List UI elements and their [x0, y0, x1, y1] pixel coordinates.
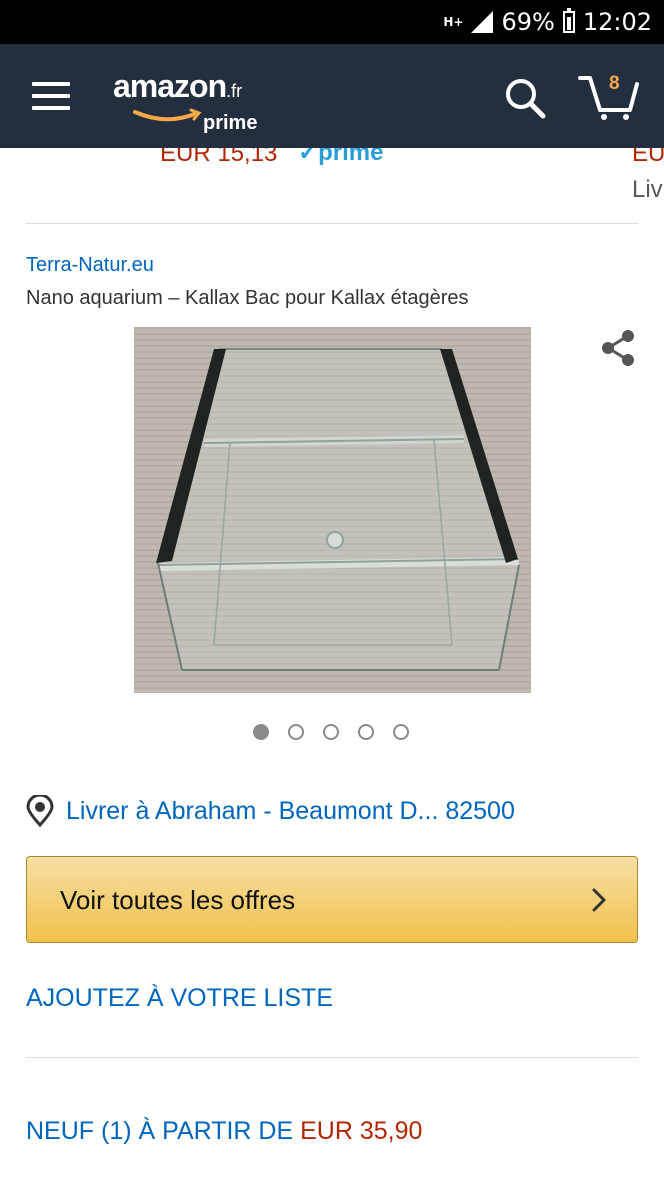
carousel-dot[interactable]: [253, 724, 269, 740]
next-item-price: EU: [632, 148, 664, 167]
search-icon: [506, 79, 546, 119]
signal-icon: [471, 11, 494, 33]
logo-prime: prime: [203, 112, 258, 134]
image-carousel-dots: [253, 724, 409, 740]
delivery-location-link[interactable]: Livrer à Abraham - Beaumont D... 82500: [26, 795, 515, 827]
search-button[interactable]: [503, 76, 547, 120]
new-offers-price: EUR 35,90: [300, 1117, 423, 1145]
aquarium-illustration: [134, 327, 531, 693]
prime-badge: ✓prime: [298, 148, 383, 167]
next-item-delivery: Liv: [632, 176, 663, 203]
location-pin-icon: [26, 795, 54, 827]
chevron-right-icon: [592, 888, 606, 912]
divider: [26, 223, 638, 224]
hamburger-line: [32, 94, 70, 98]
carousel-dot[interactable]: [393, 724, 409, 740]
divider: [26, 1057, 638, 1058]
offers-button-label: Voir toutes les offres: [60, 885, 296, 915]
add-to-list-link[interactable]: AJOUTEZ À VOTRE LISTE: [26, 984, 333, 1013]
amazon-prime-logo[interactable]: amazon.fr prime: [113, 68, 257, 134]
brand-link[interactable]: Terra-Natur.eu: [26, 254, 154, 277]
cart-count-badge: 8: [609, 73, 620, 94]
product-title: Nano aquarium – Kallax Bac pour Kallax é…: [26, 287, 469, 309]
carousel-dot[interactable]: [323, 724, 339, 740]
battery-icon: [562, 8, 575, 33]
logo-wordmark: amazon: [113, 68, 227, 104]
carousel-dot[interactable]: [358, 724, 374, 740]
previous-product-row: EUR 15,13 ✓prime EU Liv: [0, 148, 664, 208]
share-button[interactable]: [598, 328, 638, 368]
cart-button[interactable]: 8: [578, 70, 640, 122]
network-type-indicator: H+: [443, 14, 464, 29]
see-all-offers-button[interactable]: Voir toutes les offres: [26, 856, 638, 943]
share-icon: [602, 330, 634, 366]
status-icons: H+ 69% 12:02: [443, 8, 652, 36]
battery-percent: 69%: [501, 8, 555, 36]
carousel-dot[interactable]: [288, 724, 304, 740]
logo-tld: .fr: [226, 81, 243, 101]
clock: 12:02: [582, 8, 652, 36]
hamburger-icon: [32, 82, 70, 86]
amazon-smile-icon: [133, 108, 202, 122]
app-header: amazon.fr prime 8: [0, 44, 664, 148]
previous-price: EUR 15,13: [160, 148, 278, 167]
prime-badge-label: prime: [318, 148, 384, 166]
delivery-text: Livrer à Abraham - Beaumont D... 82500: [66, 796, 515, 825]
glass-aquarium-image[interactable]: [134, 327, 531, 693]
new-offers-label: NEUF (1) À PARTIR DE: [26, 1117, 301, 1145]
menu-button[interactable]: [32, 82, 72, 112]
new-offers-link[interactable]: NEUF (1) À PARTIR DE EUR 35,90: [26, 1117, 422, 1146]
hamburger-line: [32, 106, 70, 110]
status-bar: H+ 69% 12:02: [0, 0, 664, 44]
